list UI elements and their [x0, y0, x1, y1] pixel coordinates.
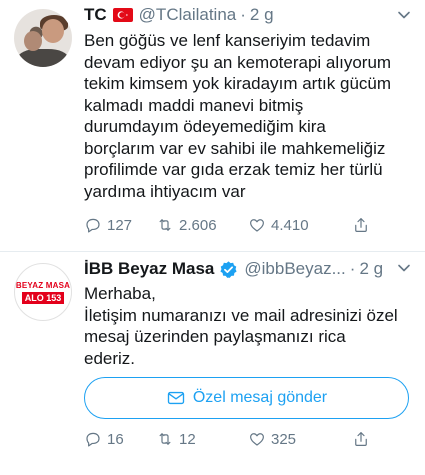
display-name[interactable]: TC: [84, 5, 107, 25]
avatar[interactable]: BEYAZ MASA ALO 153: [14, 263, 72, 321]
chevron-down-icon[interactable]: [397, 261, 411, 275]
tweet-text: Ben göğüs ve lenf kanseriyim tedavim dev…: [84, 30, 419, 202]
retweet-icon: [159, 219, 171, 231]
separator-dot: ·: [240, 5, 246, 24]
dm-button-label: Özel mesaj gönder: [192, 389, 328, 406]
verified-badge-icon: [219, 260, 238, 279]
tweet-text-line: kalmadı maddi manevi bitmiş: [84, 95, 304, 115]
tweet[interactable]: BEYAZ MASA ALO 153 İBB Beyaz Masa @ibbBe…: [0, 252, 425, 475]
share-icon: [355, 432, 367, 446]
retweet-icon: [159, 433, 171, 445]
tweet-actions: 127 2.606 4.410: [84, 214, 415, 236]
like-button[interactable]: 4.410: [248, 216, 352, 234]
reply-button[interactable]: 127: [84, 216, 156, 234]
tweet-text-line: tekim kimsem yok kiradayım artık gücüm: [84, 74, 392, 93]
share-button[interactable]: [352, 216, 370, 234]
like-count: 4.410: [271, 216, 309, 234]
tweet-text-line: ederiz.: [84, 348, 136, 368]
tweet-text-line: devam ediyor şu an kemoterapi alıyorum: [84, 52, 392, 72]
send-direct-message-button[interactable]: Özel mesaj gönder: [84, 377, 409, 419]
reply-icon: [86, 432, 100, 447]
separator-dot: ·: [349, 259, 356, 278]
tweet-text-line: İletişim numaranızı ve mail adresinizi ö…: [84, 305, 398, 325]
user-handle[interactable]: @ibbBeyaz...: [244, 259, 345, 279]
tweet-text-line: profilimde var gıda erzak temiz her türl…: [84, 160, 383, 179]
timestamp[interactable]: 2 g: [250, 5, 274, 25]
share-button[interactable]: [352, 430, 370, 448]
timestamp[interactable]: 2 g: [359, 259, 383, 279]
reply-icon: [86, 218, 100, 233]
retweet-button[interactable]: 12: [156, 430, 248, 448]
tweet-header: İBB Beyaz Masa @ibbBeyaz... · 2 g: [84, 257, 413, 281]
retweet-count: 2.606: [179, 216, 217, 234]
display-name[interactable]: İBB Beyaz Masa: [84, 259, 214, 279]
tweet-text-line: yardıma ihtiyacım var: [84, 181, 246, 201]
chevron-down-icon[interactable]: [397, 8, 411, 22]
reply-count: 127: [107, 216, 133, 234]
user-handle[interactable]: @TClailatina: [139, 5, 237, 25]
tweet[interactable]: TC @TClailatina · 2 g Ben göğüs ve lenf …: [0, 0, 425, 252]
like-button[interactable]: 325: [248, 430, 352, 448]
turkey-flag-icon: [112, 8, 133, 22]
avatar-logo-phone: ALO 153: [21, 291, 65, 304]
avatar-logo-text: BEYAZ MASA: [15, 280, 71, 290]
heart-icon: [250, 219, 264, 232]
tweet-text-line: Merhaba,: [84, 284, 156, 303]
tweet-header: TC @TClailatina · 2 g: [84, 3, 413, 27]
heart-icon: [250, 433, 264, 446]
reply-count: 16: [107, 430, 124, 448]
reply-button[interactable]: 16: [84, 430, 156, 448]
tweet-text-line: Ben göğüs ve lenf kanseriyim tedavim: [84, 31, 371, 50]
tweet-actions: 16 12 325: [84, 428, 415, 450]
share-icon: [355, 218, 367, 232]
tweet-text-line: mesaj üzerinden paylaşmanızı rica: [84, 327, 346, 346]
tweet-text: Merhaba, İletişim numaranızı ve mail adr…: [84, 283, 419, 369]
retweet-button[interactable]: 2.606: [156, 216, 248, 234]
retweet-count: 12: [179, 430, 196, 448]
like-count: 325: [271, 430, 297, 448]
avatar[interactable]: [14, 9, 72, 67]
tweet-text-line: durumdayım ödeyemediğim kira: [84, 117, 326, 136]
envelope-icon: [167, 391, 185, 405]
tweet-text-line: borçlarım var ev sahibi ile mahkemeliğiz: [84, 138, 386, 158]
